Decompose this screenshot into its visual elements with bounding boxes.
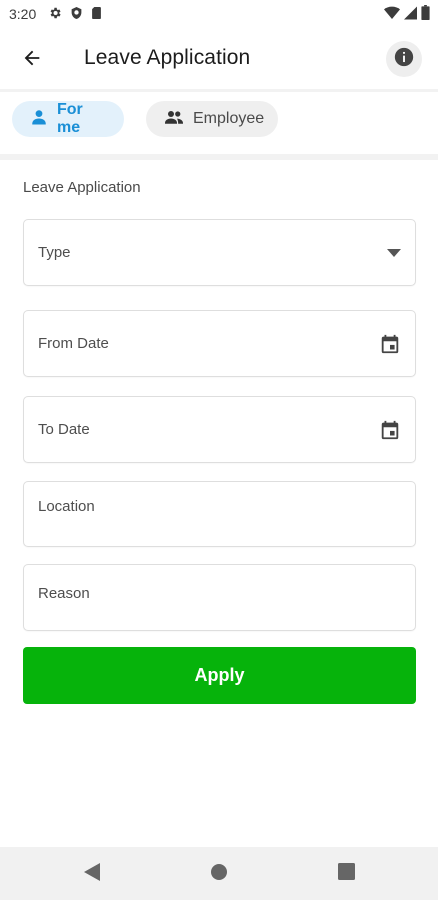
- nav-recents-button[interactable]: [334, 862, 358, 886]
- status-bar: 3:20: [0, 0, 438, 28]
- employee-chip[interactable]: Employee: [146, 101, 278, 137]
- leave-target-toggle: For me Employee: [12, 101, 278, 137]
- leave-application-screen: 3:20 Leave Application For me Employee L…: [0, 0, 438, 900]
- calendar-icon[interactable]: [379, 333, 401, 355]
- home-circle-icon: [210, 863, 228, 886]
- type-dropdown[interactable]: Type: [23, 219, 416, 286]
- location-field[interactable]: Location: [23, 481, 416, 547]
- app-bar: Leave Application: [0, 28, 438, 90]
- for-me-chip-label: For me: [57, 101, 83, 136]
- people-icon: [164, 108, 193, 131]
- page-title: Leave Application: [84, 46, 251, 69]
- signal-icon: [404, 6, 417, 23]
- status-time: 3:20: [9, 6, 37, 22]
- to-date-placeholder: To Date: [38, 421, 90, 438]
- from-date-field[interactable]: From Date: [23, 310, 416, 377]
- reason-placeholder: Reason: [38, 585, 90, 602]
- app-bar-divider: [0, 89, 438, 92]
- system-nav-bar: [0, 847, 438, 900]
- nav-home-button[interactable]: [207, 862, 231, 886]
- person-icon: [30, 108, 57, 131]
- wifi-icon: [384, 6, 400, 23]
- dropdown-arrow-icon: [387, 248, 401, 257]
- location-placeholder: Location: [38, 497, 95, 515]
- for-me-chip[interactable]: For me: [12, 101, 124, 137]
- info-button[interactable]: [386, 41, 422, 77]
- recents-square-icon: [337, 863, 355, 885]
- back-triangle-icon: [84, 862, 100, 886]
- status-left-icons: [48, 6, 102, 23]
- settings-icon: [48, 6, 62, 23]
- to-date-field[interactable]: To Date: [23, 396, 416, 463]
- sim-card-icon: [91, 6, 102, 23]
- from-date-placeholder: From Date: [38, 335, 109, 352]
- arrow-back-icon: [21, 47, 43, 74]
- info-icon: [393, 46, 415, 73]
- section-divider: [0, 154, 438, 160]
- reason-field[interactable]: Reason: [23, 564, 416, 631]
- type-placeholder: Type: [38, 244, 71, 261]
- calendar-icon[interactable]: [379, 419, 401, 441]
- battery-icon: [421, 5, 430, 23]
- employee-chip-label: Employee: [193, 110, 265, 127]
- form-section-label: Leave Application: [23, 179, 141, 196]
- shield-icon: [70, 6, 83, 23]
- nav-back-button[interactable]: [80, 862, 104, 886]
- apply-button[interactable]: Apply: [23, 647, 416, 704]
- status-right-icons: [384, 5, 430, 23]
- back-button[interactable]: [14, 42, 50, 78]
